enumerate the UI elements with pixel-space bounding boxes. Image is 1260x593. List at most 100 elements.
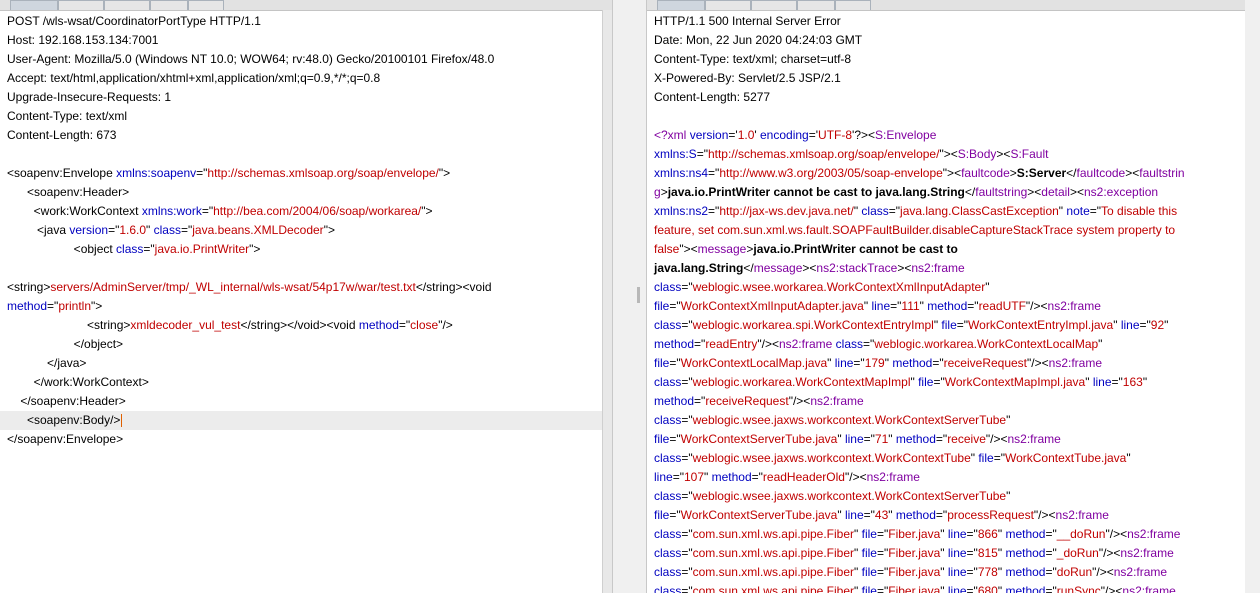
response-token: ns2:frame: [911, 261, 965, 275]
response-line: class="weblogic.wsee.jaxws.workcontext.W…: [654, 449, 1245, 468]
response-line: method="receiveRequest"/><ns2:frame: [654, 392, 1245, 411]
response-line: xmlns:S="http://schemas.xmlsoap.org/soap…: [654, 145, 1245, 164]
response-token: http://jax-ws.dev.java.net/: [719, 204, 854, 218]
request-line: Accept: text/html,application/xhtml+xml,…: [7, 69, 612, 88]
response-token: WorkContextServerTube.java: [680, 432, 838, 446]
response-line: [654, 107, 1245, 126]
request-token: User-Agent: Mozilla/5.0 (Windows NT 10.0…: [7, 52, 495, 66]
response-token: com.sun.xml.ws.api.pipe.Fiber: [692, 546, 855, 560]
response-token: =": [681, 527, 693, 541]
response-token: java.io.PrintWriter cannot be cast to: [753, 242, 958, 256]
response-token: method: [1005, 527, 1046, 541]
response-token: file: [654, 508, 670, 522]
response-token: readUTF: [978, 299, 1026, 313]
response-line: <?xml version='1.0' encoding='UTF-8'?><S…: [654, 126, 1245, 145]
request-token: =": [398, 318, 411, 332]
request-token: </work:WorkContext>: [7, 375, 149, 389]
request-token: <soapenv:Header>: [7, 185, 130, 199]
response-token: S:Envelope: [875, 128, 937, 142]
response-tab-render[interactable]: [835, 0, 871, 10]
request-line: <string>xmldecoder_vul_test</string></vo…: [7, 316, 612, 335]
response-tab-headers[interactable]: [705, 0, 751, 10]
response-token: http://schemas.xmlsoap.org/soap/envelope…: [707, 147, 940, 161]
response-token: S:Fault: [1010, 147, 1049, 161]
response-token: method: [1005, 546, 1046, 560]
response-token: =": [1089, 204, 1102, 218]
response-viewer-pane[interactable]: HTTP/1.1 500 Internal Server Error Date: …: [647, 0, 1245, 593]
response-token: ": [1113, 318, 1121, 332]
request-token: class: [153, 223, 181, 237]
response-token: 71: [874, 432, 889, 446]
request-token: </soapenv:Envelope>: [7, 432, 124, 446]
response-tab-raw[interactable]: [657, 0, 705, 10]
request-line: Host: 192.168.153.134:7001: [7, 31, 612, 50]
request-scrollbar[interactable]: [602, 10, 612, 593]
request-tab-hex[interactable]: [150, 0, 188, 10]
request-tab-params[interactable]: [58, 0, 104, 10]
response-token: line: [947, 565, 967, 579]
request-token: =": [143, 242, 155, 256]
response-tab-hex[interactable]: [751, 0, 797, 10]
response-token: =": [956, 318, 969, 332]
response-token: false: [654, 242, 680, 256]
response-token: ": [1098, 337, 1103, 351]
request-token: =": [180, 223, 193, 237]
response-token: receive: [947, 432, 986, 446]
request-token: method: [358, 318, 399, 332]
response-token: ns2:frame: [810, 394, 864, 408]
request-tab-raw[interactable]: [10, 0, 58, 10]
response-token: com.sun.xml.ws.api.pipe.Fiber: [692, 584, 855, 593]
response-token: weblogic.wsee.jaxws.workcontext.WorkCont…: [692, 489, 1007, 503]
request-line: <soapenv:Body/>: [0, 411, 612, 430]
response-line: class="weblogic.workarea.spi.WorkContext…: [654, 316, 1245, 335]
request-tab-xml[interactable]: [188, 0, 224, 10]
response-token: =": [681, 584, 693, 593]
response-token: file: [861, 546, 877, 560]
request-editor-pane[interactable]: POST /wls-wsat/CoordinatorPortType HTTP/…: [0, 0, 612, 593]
request-token: java.io.PrintWriter: [154, 242, 250, 256]
request-text-area[interactable]: POST /wls-wsat/CoordinatorPortType HTTP/…: [0, 12, 612, 449]
response-token: java.lang.String: [654, 261, 744, 275]
response-token: line: [834, 356, 854, 370]
response-token: http://www.w3.org/2003/05/soap-envelope: [719, 166, 943, 180]
response-token: >: [1009, 166, 1017, 180]
request-token: ": [146, 223, 154, 237]
request-line: [7, 259, 612, 278]
response-token: weblogic.wsee.jaxws.workcontext.WorkCont…: [692, 413, 1007, 427]
request-token: class: [116, 242, 144, 256]
response-token: method: [654, 394, 695, 408]
response-token: =": [966, 565, 978, 579]
request-token: 1.6.0: [119, 223, 147, 237]
response-line: Content-Type: text/xml; charset=utf-8: [654, 50, 1245, 69]
response-token: file: [861, 565, 877, 579]
request-tab-headers[interactable]: [104, 0, 150, 10]
response-token: "/><: [757, 337, 779, 351]
response-tab-xml[interactable]: [797, 0, 835, 10]
request-token: java.beans.XMLDecoder: [192, 223, 324, 237]
response-token: ": [854, 565, 862, 579]
response-token: =": [993, 451, 1005, 465]
response-token: ": [854, 527, 862, 541]
response-token: line: [844, 432, 864, 446]
response-line: X-Powered-By: Servlet/2.5 JSP/2.1: [654, 69, 1245, 88]
request-line: <soapenv:Header>: [7, 183, 612, 202]
response-token: xmlns:ns4: [654, 166, 709, 180]
splitter-handle[interactable]: [637, 287, 640, 303]
response-token: encoding: [760, 128, 809, 142]
request-token: <java: [7, 223, 70, 237]
response-token: class: [654, 489, 682, 503]
response-token: =": [669, 508, 681, 522]
response-line: method="readEntry"/><ns2:frame class="we…: [654, 335, 1245, 354]
response-token: "/><: [1033, 508, 1056, 522]
request-line: POST /wls-wsat/CoordinatorPortType HTTP/…: [7, 12, 612, 31]
response-token: ": [888, 508, 896, 522]
response-text-area[interactable]: HTTP/1.1 500 Internal Server Error Date: …: [654, 12, 1245, 593]
request-line: Upgrade-Insecure-Requests: 1: [7, 88, 612, 107]
pane-splitter[interactable]: [612, 0, 647, 593]
response-token: line: [871, 299, 891, 313]
response-token: ": [704, 470, 712, 484]
response-line: java.lang.String</message><ns2:stackTrac…: [654, 259, 1245, 278]
response-token: file: [941, 318, 957, 332]
response-token: "><: [679, 242, 698, 256]
response-token: "/><: [1105, 527, 1128, 541]
